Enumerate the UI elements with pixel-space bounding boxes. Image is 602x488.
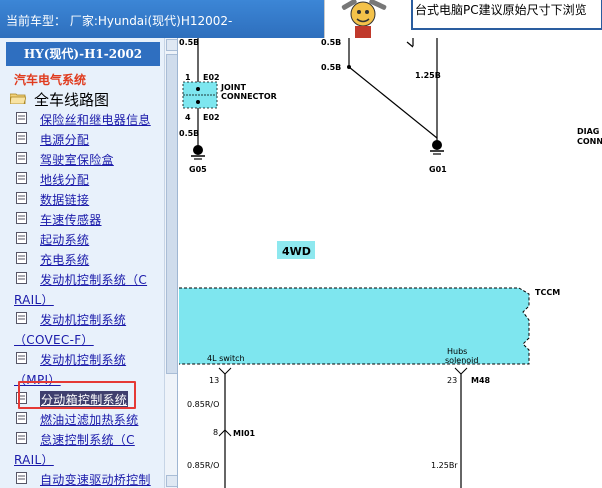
ground-g01-icon bbox=[432, 140, 442, 150]
ad-banner: 台式电脑PC建议原始尺寸下浏览 bbox=[324, 0, 602, 38]
tree-item-label: 地线分配 bbox=[40, 173, 90, 187]
tree-item-label: 车速传感器 bbox=[40, 213, 102, 227]
document-icon bbox=[16, 192, 27, 204]
pin-name: 4L switch bbox=[207, 354, 245, 363]
pin-number: 23 bbox=[447, 376, 457, 385]
sidebar-scrollbar[interactable] bbox=[164, 38, 177, 488]
wire-label: 1.25Br bbox=[431, 461, 458, 470]
wiring-diagram: 0.5B 1 E02 JOINT CONNECTOR 4 E02 0.5B G0… bbox=[179, 38, 602, 488]
document-icon bbox=[16, 412, 27, 424]
pin-label: 4 bbox=[185, 113, 191, 122]
document-icon bbox=[16, 352, 27, 364]
section-title[interactable]: 汽车电气系统 bbox=[14, 71, 86, 88]
tree-item-label: 发动机控制系统（C bbox=[40, 273, 148, 287]
browse-notice: 台式电脑PC建议原始尺寸下浏览 bbox=[411, 0, 602, 30]
joint-label: CONNECTOR bbox=[221, 92, 277, 101]
wire-label: 0.5B bbox=[179, 129, 199, 138]
tree-item-label: 发动机控制系统 bbox=[40, 353, 127, 367]
document-icon bbox=[16, 212, 27, 224]
pin-name: Hubs bbox=[447, 347, 467, 356]
tree-root-label: 全车线路图 bbox=[34, 91, 110, 109]
wire-label: 0.5B bbox=[321, 63, 341, 72]
ground-label: G05 bbox=[189, 165, 207, 174]
pin-label: 1 bbox=[185, 73, 191, 82]
connector-label: E02 bbox=[203, 73, 220, 82]
mechanic-mascot-icon bbox=[341, 0, 387, 38]
pin-number: 8 bbox=[213, 428, 218, 437]
wire-label: 0.5B bbox=[321, 38, 341, 47]
wire-label: 0.5B bbox=[179, 38, 199, 47]
document-icon bbox=[16, 312, 27, 324]
document-icon bbox=[16, 432, 27, 444]
tree-item-label: 发动机控制系统 bbox=[40, 313, 127, 327]
folder-open-icon bbox=[10, 93, 26, 104]
connector-label: MI01 bbox=[233, 429, 256, 438]
title-bar: 当前车型： 厂家:Hyundai(现代)H12002- 台式电脑PC建议原始尺寸… bbox=[0, 0, 602, 38]
diag-label: DIAG bbox=[577, 127, 599, 136]
tree-item-label: 保险丝和继电器信息 bbox=[40, 113, 151, 127]
diag-label: CONN bbox=[577, 137, 602, 146]
tree-item-label: 怠速控制系统（C bbox=[40, 433, 135, 447]
document-icon bbox=[16, 252, 27, 264]
scroll-down-icon[interactable] bbox=[166, 475, 177, 487]
notice-text: 台式电脑PC建议原始尺寸下浏览 bbox=[415, 3, 587, 17]
connector-label: M48 bbox=[471, 376, 491, 385]
selection-highlight-box bbox=[18, 381, 136, 409]
current-model-title: 当前车型： 厂家:Hyundai(现代)H12002- bbox=[6, 14, 233, 28]
document-icon bbox=[16, 172, 27, 184]
ground-label: G01 bbox=[429, 165, 447, 174]
joint-label: JOINT bbox=[220, 83, 246, 92]
document-icon bbox=[16, 232, 27, 244]
scroll-thumb[interactable] bbox=[166, 54, 177, 374]
tree-item-label: 起动系统 bbox=[40, 233, 90, 247]
document-icon bbox=[16, 152, 27, 164]
tree-item-label: 电源分配 bbox=[40, 133, 90, 147]
tree-item-label: 数据链接 bbox=[40, 193, 90, 207]
tree-item-label-continued[interactable]: RAIL） bbox=[14, 291, 54, 308]
scroll-up-icon[interactable] bbox=[166, 39, 177, 51]
tree-item-label: 驾驶室保险盒 bbox=[40, 153, 114, 167]
ground-g05-icon bbox=[193, 145, 203, 155]
tree-item-label: 自动变速驱动桥控制 bbox=[40, 473, 151, 487]
document-icon bbox=[16, 472, 27, 484]
tree-item-label: 充电系统 bbox=[40, 253, 90, 267]
document-icon bbox=[16, 272, 27, 284]
fwd-label: 4WD bbox=[282, 245, 311, 258]
wire-label: 0.85R/O bbox=[187, 461, 219, 470]
wiring-diagram-svg: 0.5B 1 E02 JOINT CONNECTOR 4 E02 0.5B G0… bbox=[179, 38, 602, 488]
tree-item-label: 燃油过滤加热系统 bbox=[40, 413, 139, 427]
tccm-module bbox=[179, 288, 529, 364]
wire-label: 0.85R/O bbox=[187, 400, 219, 409]
document-icon bbox=[16, 132, 27, 144]
wire-label: 1.25B bbox=[415, 71, 441, 80]
pin-name: solenoid bbox=[445, 356, 478, 365]
model-header: HY(现代)-H1-2002 bbox=[6, 42, 160, 66]
tree-panel: HY(现代)-H1-2002 汽车电气系统 全车线路图 保险丝和继电器信息 电源分… bbox=[0, 38, 178, 488]
connector-label: E02 bbox=[203, 113, 220, 122]
module-label: TCCM bbox=[535, 288, 560, 297]
tree-item-label-continued[interactable]: RAIL） bbox=[14, 451, 54, 468]
pin-number: 13 bbox=[209, 376, 219, 385]
document-icon bbox=[16, 112, 27, 124]
tree-item-label-continued[interactable]: （COVEC-F） bbox=[14, 331, 94, 348]
